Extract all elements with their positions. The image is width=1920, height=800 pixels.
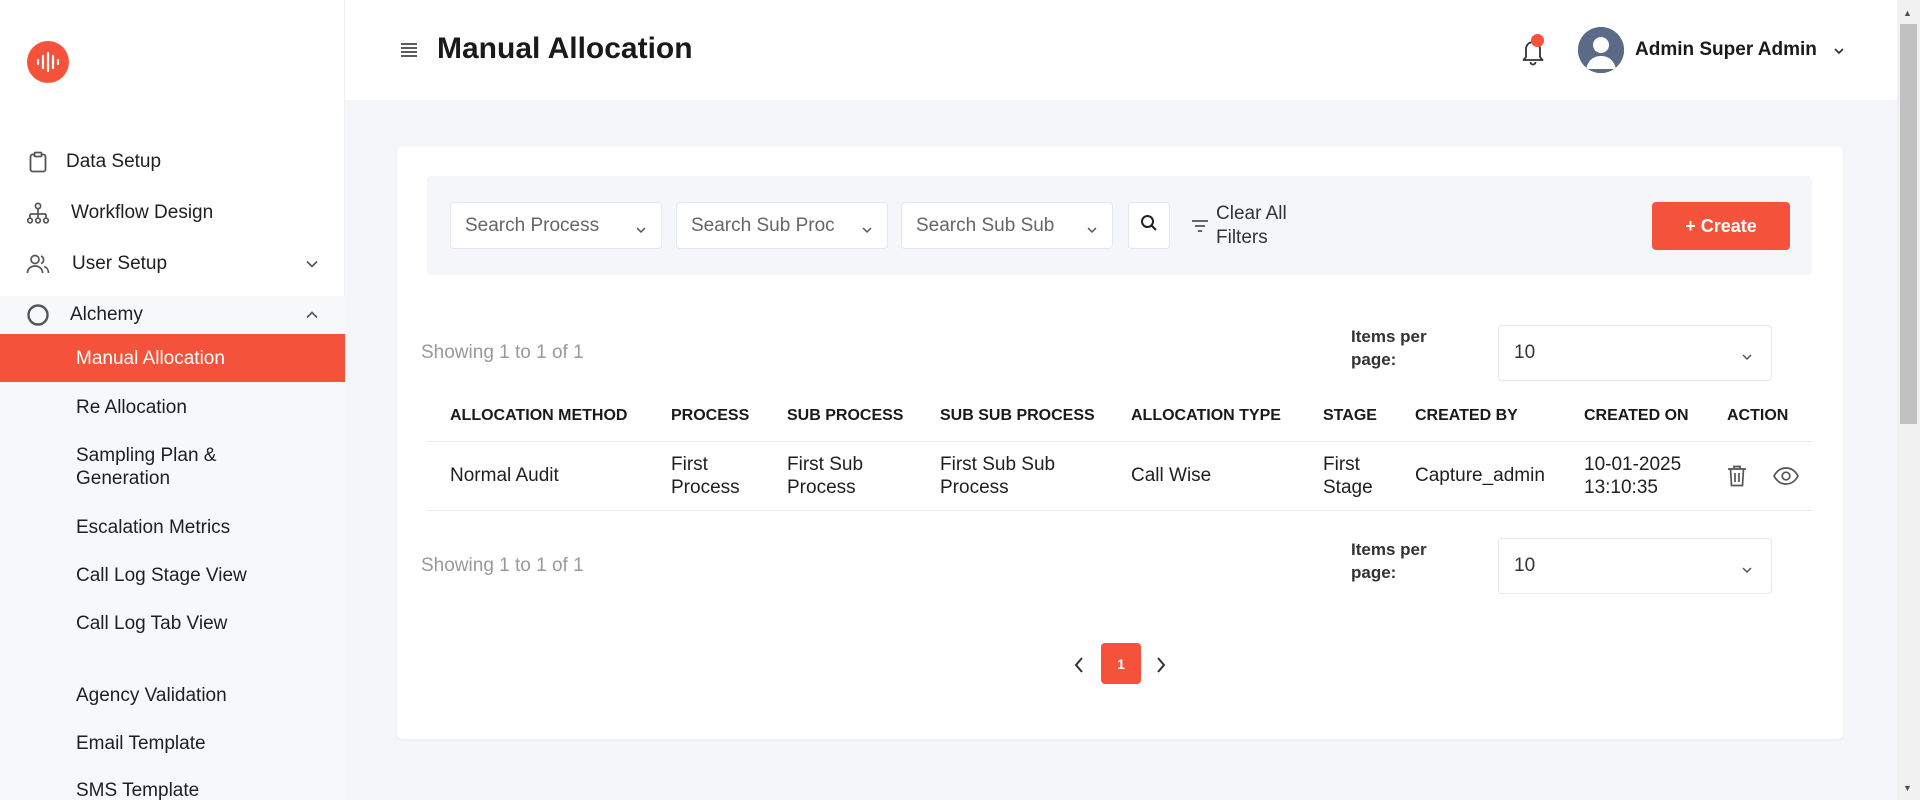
sidebar-subitem-sms-template[interactable]: SMS Template [0, 778, 345, 800]
items-per-page-select[interactable]: 10 [1498, 325, 1772, 381]
showing-count: Showing 1 to 1 of 1 [421, 555, 584, 576]
column-header: CREATED ON [1584, 407, 1689, 424]
user-name[interactable]: Admin Super Admin [1635, 39, 1817, 61]
column-header: ALLOCATION TYPE [1131, 407, 1281, 424]
sidebar-subitem-email-template[interactable]: Email Template [0, 731, 345, 755]
trash-icon[interactable] [1724, 463, 1750, 489]
filter-icon [1191, 219, 1209, 233]
sidebar-item-data-setup[interactable]: Data Setup [0, 148, 345, 176]
chevron-down-icon[interactable] [1832, 44, 1846, 58]
column-header: PROCESS [671, 407, 750, 424]
column-header: SUB PROCESS [787, 407, 904, 424]
users-icon [26, 252, 50, 276]
chevron-down-icon [861, 220, 873, 234]
sidebar-subitem-label: Escalation Metrics [76, 516, 231, 538]
soundwave-logo-icon[interactable] [27, 41, 69, 83]
chevron-left-icon[interactable] [1070, 655, 1088, 675]
table-cell: Capture_admin [1415, 465, 1545, 486]
chevron-down-icon [305, 257, 319, 271]
table-cell: Normal Audit [450, 465, 559, 486]
table-cell: Call Wise [1131, 465, 1212, 486]
sidebar-item-label: Data Setup [66, 151, 162, 172]
sidebar-item-label: Alchemy [70, 304, 143, 325]
sidebar-subitem-agency-validation[interactable]: Agency Validation [0, 683, 345, 707]
search-icon [1140, 214, 1158, 237]
sidebar-item-alchemy[interactable]: Alchemy [0, 296, 345, 334]
chevron-up-icon [305, 308, 319, 322]
clipboard-icon [26, 150, 50, 174]
eye-icon[interactable] [1770, 463, 1802, 489]
chevron-down-icon [635, 220, 647, 234]
chevron-down-icon [1086, 220, 1098, 234]
table-cell: 10-01-2025 13:10:35 [1584, 454, 1682, 498]
sidebar-subitem-label: SMS Template [76, 779, 200, 800]
scroll-down-arrow-icon[interactable]: ▼ [1903, 783, 1912, 793]
items-per-page-value: 10 [1514, 555, 1536, 576]
page-title: Manual Allocation [437, 32, 693, 65]
column-header: CREATED BY [1415, 407, 1518, 424]
sidebar-subitem-label: Call Log Stage View [76, 564, 247, 586]
chevron-right-icon[interactable] [1152, 655, 1170, 675]
search-button[interactable] [1128, 202, 1170, 249]
sidebar-subitem-sampling-plan[interactable]: Sampling Plan & Generation [0, 443, 345, 491]
sub-process-select[interactable]: Search Sub Proc [676, 202, 888, 249]
sidebar-subitem-label: Manual Allocation [76, 347, 225, 369]
column-header: ACTION [1727, 407, 1789, 424]
table-cell: First Process [671, 454, 740, 498]
column-header: SUB SUB PROCESS [940, 407, 1095, 424]
avatar[interactable] [1578, 27, 1624, 73]
sidebar-subitem-escalation-metrics[interactable]: Escalation Metrics [0, 515, 345, 539]
table-header-divider [427, 441, 1812, 442]
sidebar-subitem-call-log-tab-view[interactable]: Call Log Tab View [0, 611, 345, 635]
sidebar-subitem-label: Email Template [76, 732, 206, 754]
sidebar-subitem-label: Sampling Plan & Generation [76, 445, 217, 489]
sub-sub-process-select-value: Search Sub Sub [916, 214, 1055, 236]
scroll-up-arrow-icon[interactable]: ▲ [1903, 8, 1912, 18]
table-cell: First Sub Sub Process [940, 454, 1056, 498]
sidebar-item-label: Workflow Design [71, 202, 214, 223]
chevron-down-icon [1741, 347, 1753, 361]
sidebar-subitem-label: Agency Validation [76, 684, 227, 706]
items-per-page-value: 10 [1514, 342, 1536, 363]
table-cell: First Stage [1323, 454, 1373, 498]
sidebar-subitem-label: Re Allocation [76, 396, 187, 418]
hierarchy-icon [26, 201, 50, 225]
sidebar-item-label: User Setup [72, 253, 168, 274]
create-button[interactable]: + Create [1652, 202, 1790, 250]
hamburger-menu-icon[interactable] [399, 41, 419, 59]
items-per-page-select[interactable]: 10 [1498, 538, 1772, 594]
column-header: STAGE [1323, 407, 1377, 424]
scrollbar-thumb[interactable] [1900, 24, 1917, 424]
sidebar-subitem-re-allocation[interactable]: Re Allocation [0, 395, 345, 419]
sidebar: Data Setup Workflow Design User Setup Al… [0, 0, 345, 800]
sidebar-item-workflow-design[interactable]: Workflow Design [0, 199, 345, 227]
showing-count: Showing 1 to 1 of 1 [421, 342, 584, 363]
table-row-divider [427, 510, 1812, 511]
sub-sub-process-select[interactable]: Search Sub Sub [901, 202, 1113, 249]
column-header: ALLOCATION METHOD [450, 407, 628, 424]
page-number-button[interactable]: 1 [1101, 643, 1141, 684]
notification-badge [1531, 34, 1544, 47]
circle-icon [26, 303, 50, 327]
clear-all-filters-button[interactable]: Clear All Filters [1191, 202, 1321, 250]
items-per-page-label: Items per page: [1351, 540, 1427, 582]
items-per-page-label: Items per page: [1351, 327, 1427, 369]
sub-process-select-value: Search Sub Proc [691, 214, 835, 236]
top-bar: Manual Allocation Admin Super Admin [345, 0, 1897, 100]
table-cell: First Sub Process [787, 454, 864, 498]
sidebar-subitem-call-log-stage-view[interactable]: Call Log Stage View [0, 563, 345, 587]
sidebar-subitem-label: Call Log Tab View [76, 612, 228, 634]
sidebar-subitem-manual-allocation[interactable]: Manual Allocation [0, 334, 345, 382]
sidebar-item-user-setup[interactable]: User Setup [0, 250, 345, 278]
process-select-value: Search Process [465, 214, 600, 236]
clear-all-filters-label: Clear All Filters [1216, 203, 1287, 248]
process-select[interactable]: Search Process [450, 202, 662, 249]
chevron-down-icon [1741, 560, 1753, 574]
